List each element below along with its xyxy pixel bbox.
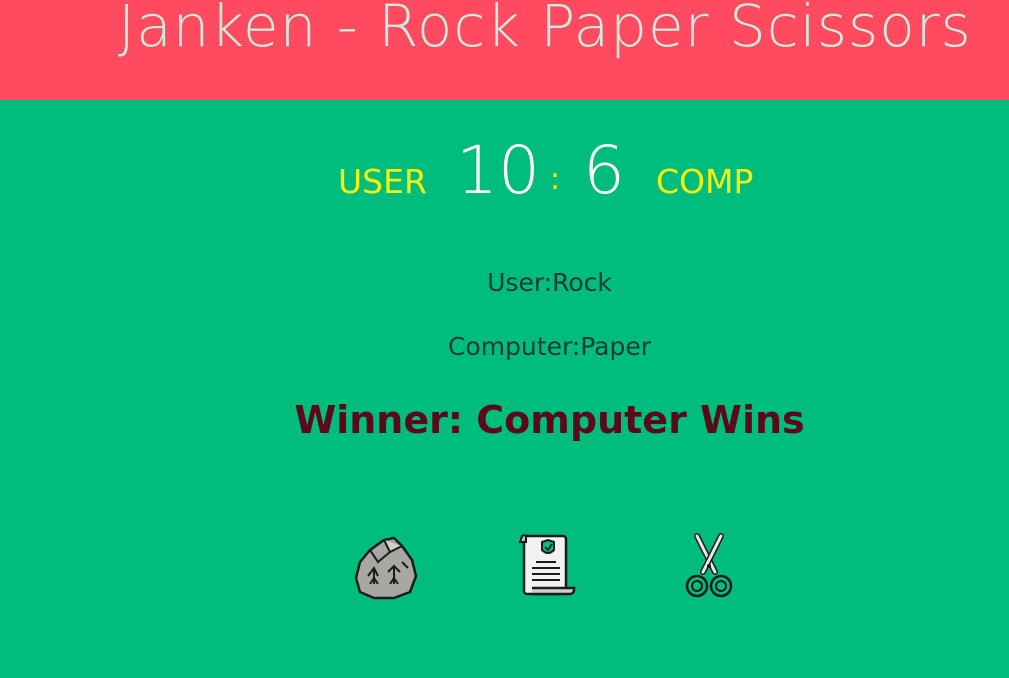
- rock-button[interactable]: [350, 532, 420, 602]
- user-score: 10: [456, 132, 540, 209]
- score-separator: :: [550, 162, 561, 197]
- user-score-label: USER: [338, 162, 427, 201]
- computer-score: 6: [583, 132, 625, 209]
- user-choice-text: User:Rock: [487, 268, 612, 297]
- computer-choice-text: Computer:Paper: [447, 332, 652, 361]
- winner-text: Winner: Computer Wins: [294, 398, 805, 442]
- scissors-button[interactable]: [675, 532, 745, 602]
- scroll-icon: [518, 534, 576, 596]
- scissors-icon: [685, 533, 733, 598]
- page-title: Janken - Rock Paper Scissors: [118, 0, 972, 60]
- header-bar: Janken - Rock Paper Scissors: [0, 0, 1009, 100]
- scoreboard: USER 10 : 6 COMP: [0, 130, 1009, 220]
- paper-button[interactable]: [512, 532, 582, 602]
- rock-icon: [354, 536, 418, 600]
- computer-score-label: COMP: [656, 162, 754, 201]
